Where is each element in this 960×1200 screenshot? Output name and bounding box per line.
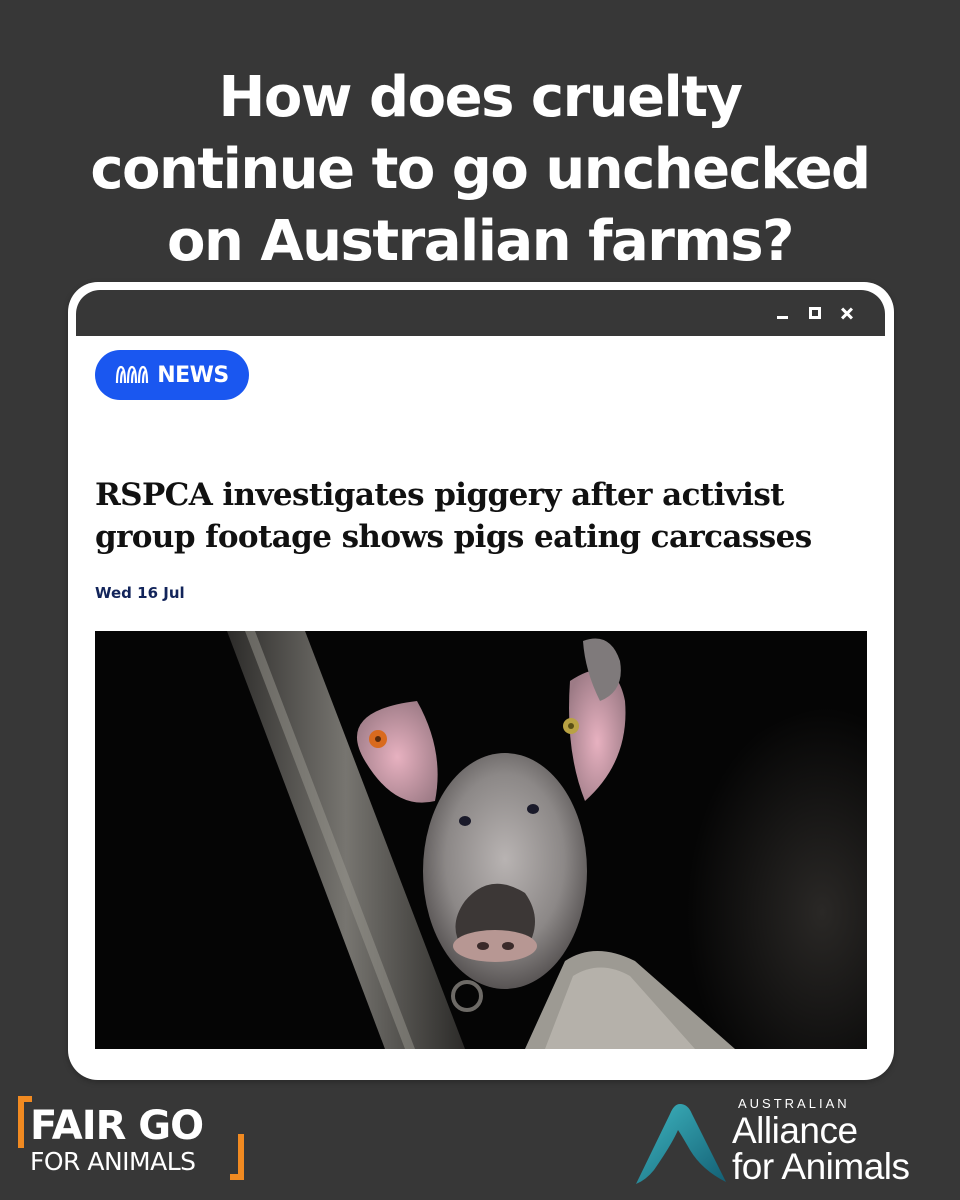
australian-alliance-for-animals-logo: AUSTRALIAN Alliance for Animals (632, 1094, 944, 1190)
abc-logo (116, 365, 149, 384)
pig-in-pen-photo (95, 631, 867, 1049)
fair-go-text: FAIR GO (30, 1103, 204, 1149)
alliance-australian-text: AUSTRALIAN (738, 1096, 850, 1111)
window-controls (775, 303, 855, 323)
article-title-line-2: group footage shows pigs eating carcasse… (95, 519, 812, 555)
abc-news-badge[interactable]: NEWS (95, 350, 249, 400)
article-date: Wed 16 Jul (95, 584, 185, 602)
alliance-text: Alliance (732, 1110, 858, 1151)
headline: How does cruelty continue to go unchecke… (40, 62, 920, 278)
close-icon[interactable] (839, 305, 855, 321)
for-animals-text-right: for Animals (732, 1146, 910, 1187)
minimize-icon[interactable] (775, 305, 791, 321)
maximize-icon[interactable] (807, 305, 823, 321)
alliance-a-icon (636, 1104, 726, 1184)
headline-line-2: continue to go unchecked (90, 137, 871, 202)
window-titlebar (76, 290, 885, 336)
article-card: NEWS RSPCA investigates piggery after ac… (91, 344, 867, 1062)
headline-line-1: How does cruelty (218, 65, 743, 130)
badge-label: NEWS (157, 362, 229, 388)
article-title[interactable]: RSPCA investigates piggery after activis… (95, 474, 855, 558)
fair-go-for-animals-logo: FAIR GO FOR ANIMALS (18, 1096, 248, 1186)
article-title-line-1: RSPCA investigates piggery after activis… (95, 477, 785, 513)
article-photo[interactable] (95, 631, 867, 1049)
headline-line-3: on Australian farms? (166, 209, 795, 274)
browser-window: NEWS RSPCA investigates piggery after ac… (68, 282, 894, 1080)
bracket-right-icon (230, 1134, 244, 1180)
for-animals-text: FOR ANIMALS (30, 1147, 196, 1176)
